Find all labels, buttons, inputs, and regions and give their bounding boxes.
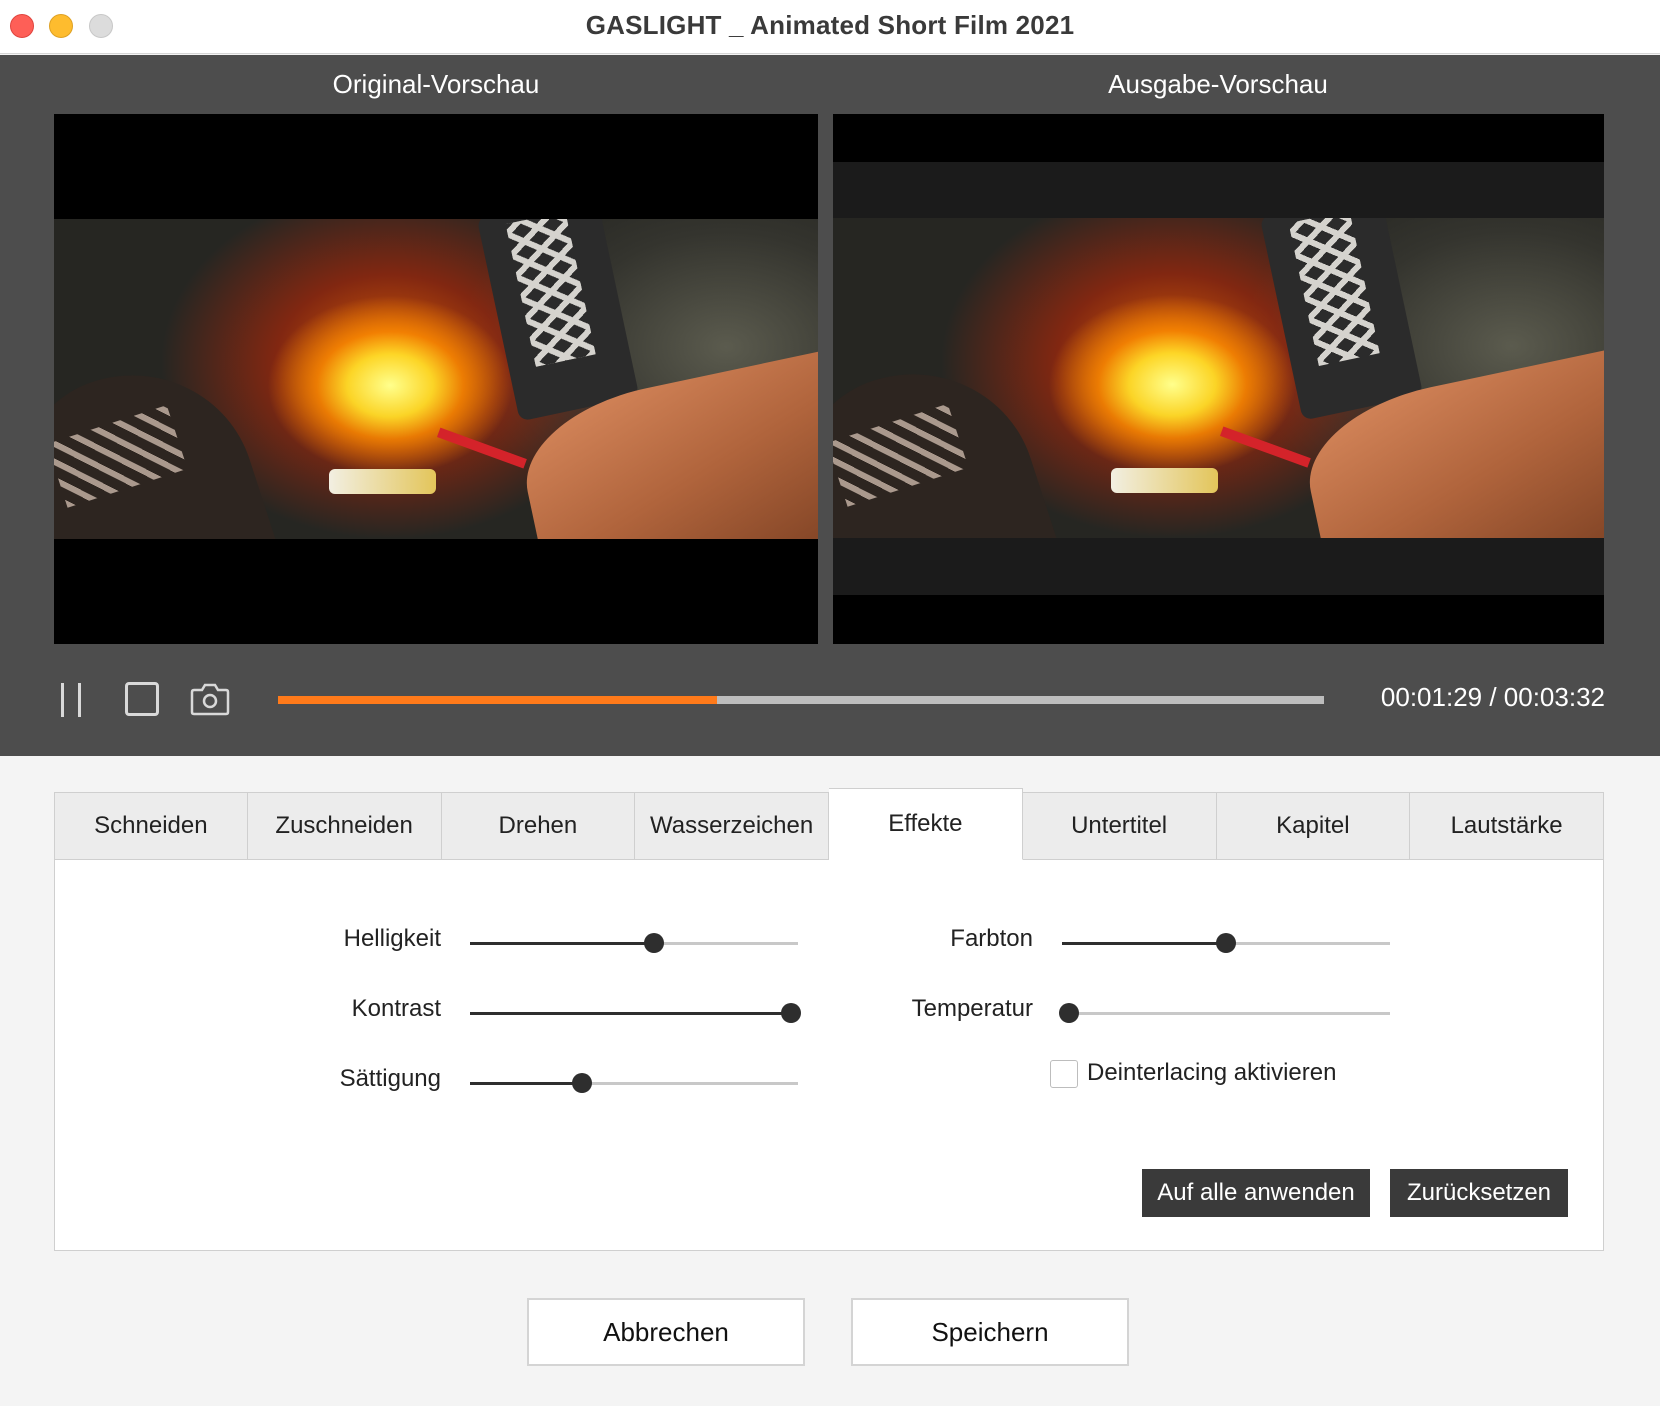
tab-volume[interactable]: Lautstärke: [1410, 792, 1604, 860]
preview-area: Original-Vorschau Ausgabe-Vorschau 00:01…: [0, 55, 1660, 756]
tab-rotate[interactable]: Drehen: [441, 792, 636, 860]
timecode: 00:01:29 / 00:03:32: [1380, 682, 1605, 712]
window-title: GASLIGHT _ Animated Short Film 2021: [585, 10, 1075, 40]
playback-timeline[interactable]: [278, 696, 1324, 704]
tab-crop[interactable]: Zuschneiden: [247, 792, 442, 860]
original-video-frame: [54, 219, 818, 539]
pause-icon[interactable]: [58, 683, 84, 717]
contrast-slider[interactable]: [470, 1003, 802, 1023]
timeline-progress-fill: [278, 696, 718, 704]
brightness-label: Helligkeit: [343, 925, 441, 952]
temperature-slider[interactable]: [1058, 1003, 1390, 1023]
reset-button[interactable]: Zurücksetzen: [1390, 1169, 1568, 1217]
save-button[interactable]: Speichern: [851, 1298, 1129, 1366]
editor-window: GASLIGHT _ Animated Short Film 2021 Orig…: [0, 0, 1660, 1406]
saturation-slider-knob[interactable]: [571, 1073, 592, 1093]
contrast-label: Kontrast: [351, 995, 441, 1022]
original-preview-video: [54, 114, 818, 644]
saturation-label: Sättigung: [339, 1065, 441, 1092]
temperature-slider-knob[interactable]: [1058, 1003, 1079, 1023]
hue-label: Farbton: [950, 925, 1033, 952]
tab-effects[interactable]: Effekte: [829, 788, 1023, 860]
temperature-label: Temperatur: [911, 995, 1033, 1022]
tab-cut[interactable]: Schneiden: [54, 792, 248, 860]
camera-icon[interactable]: [190, 681, 230, 717]
title-bar: GASLIGHT _ Animated Short Film 2021: [0, 0, 1660, 54]
brightness-slider[interactable]: [470, 933, 798, 953]
tab-watermark[interactable]: Wasserzeichen: [635, 792, 829, 860]
stop-icon[interactable]: [125, 682, 159, 716]
hue-slider-knob[interactable]: [1216, 933, 1236, 953]
cancel-button[interactable]: Abbrechen: [527, 1298, 805, 1366]
brightness-slider-knob[interactable]: [643, 933, 664, 953]
effects-panel: Helligkeit Kontrast Sättigung Farbton Te…: [54, 859, 1604, 1251]
output-preview-video: [833, 114, 1604, 644]
tab-subtitles[interactable]: Untertitel: [1022, 792, 1217, 860]
saturation-slider[interactable]: [470, 1073, 798, 1093]
deinterlace-label[interactable]: Deinterlacing aktivieren: [1087, 1059, 1336, 1087]
output-video-frame: [833, 218, 1604, 538]
deinterlace-checkbox[interactable]: [1050, 1060, 1078, 1088]
output-preview-label: Ausgabe-Vorschau: [1108, 69, 1328, 99]
hue-slider[interactable]: [1062, 933, 1390, 953]
apply-to-all-button[interactable]: Auf alle anwenden: [1142, 1169, 1370, 1217]
original-preview-label: Original-Vorschau: [332, 69, 540, 99]
tab-chapters[interactable]: Kapitel: [1216, 792, 1411, 860]
tab-bar: Schneiden Zuschneiden Drehen Wasserzeich…: [54, 788, 1604, 860]
